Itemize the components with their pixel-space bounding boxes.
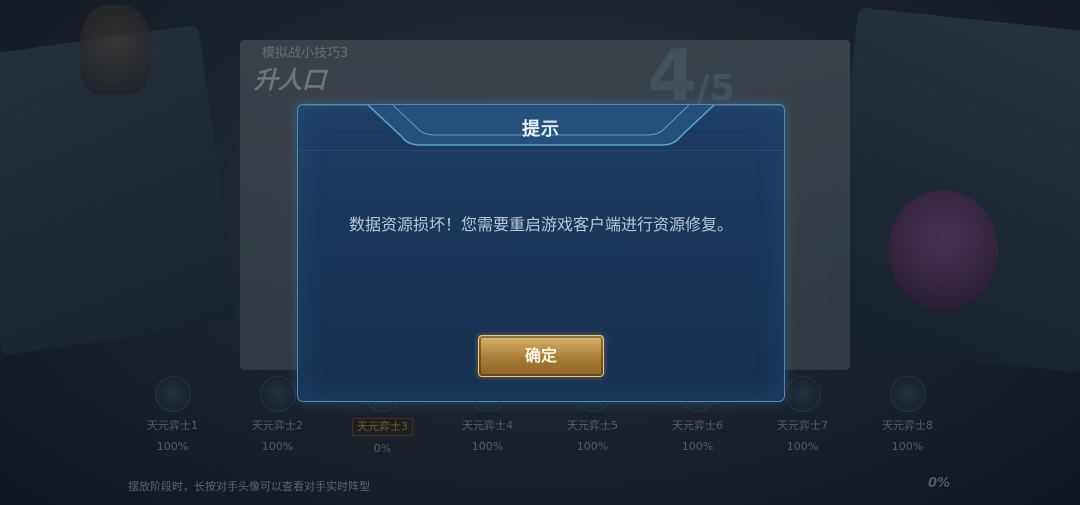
dialog-title: 提示 xyxy=(522,119,560,140)
confirm-button[interactable]: 确定 xyxy=(478,335,604,377)
alert-dialog: 提示 数据资源损坏！您需要重启游戏客户端进行资源修复。 确定 xyxy=(297,104,785,402)
dialog-message: 数据资源损坏！您需要重启游戏客户端进行资源修复。 xyxy=(348,215,733,234)
